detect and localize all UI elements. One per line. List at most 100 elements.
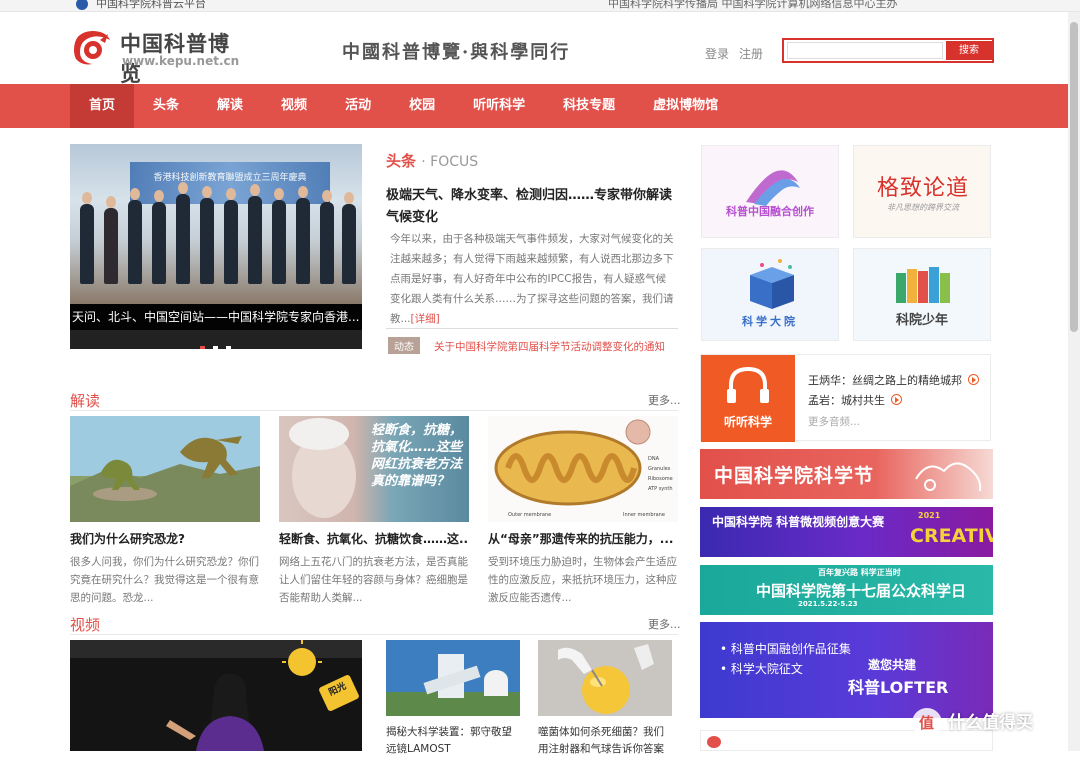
play-icon[interactable]	[968, 374, 979, 385]
video-card[interactable]: 噬菌体如何杀死细菌？我们用注射器和气球告诉你答案	[538, 640, 672, 758]
audio-item[interactable]: 王炳华：丝绸之路上的精绝城邦	[808, 372, 979, 388]
slogan: 中國科普博覽·與科學同行	[342, 42, 571, 63]
banner-science-festival[interactable]: 中国科学院科学节	[700, 449, 993, 499]
video-more-link[interactable]: 更多...	[648, 616, 681, 632]
audio-item[interactable]: 孟岩：城村共生	[808, 392, 902, 408]
slide-dot[interactable]	[226, 346, 231, 349]
article-card[interactable]: DNA Granules Ribosome ATP synth Outer me…	[488, 416, 678, 607]
video-title[interactable]: 揭秘大科学装置：郭守敬望远镜LAMOST	[386, 724, 520, 758]
platform-link[interactable]: 中国科学院科普云平台	[76, 0, 206, 11]
focus-divider	[386, 328, 678, 329]
tile-gezhi[interactable]: 格致论道 非凡思想的跨界交流	[853, 145, 991, 238]
banner-lofter[interactable]: • 科普中国融创作品征集 • 科学大院征文 邀您共建 科普LOFTER	[700, 622, 993, 718]
listen-science-button[interactable]: 听听科学	[701, 355, 795, 442]
video-card[interactable]: 揭秘大科学装置：郭守敬望远镜LAMOST	[386, 640, 520, 758]
lamost-thumb	[386, 640, 520, 716]
svg-text:Ribosome: Ribosome	[648, 476, 673, 482]
banner-video-contest[interactable]: 中国科学院 科普微视频创意大赛 2021 CREATIVE	[700, 507, 993, 557]
article-summary: 受到环境压力胁迫时，生物体会产生适应性的应激反应，来抵抗环境压力，这种应激反应能…	[488, 556, 677, 604]
tile-kexue-dayuan[interactable]: 科学大院	[701, 248, 839, 341]
article-summary: 很多人问我，你们为什么研究恐龙？你们究竟在研究什么？我觉得这是一个很有意思的问题…	[70, 556, 259, 604]
nav-item-campus[interactable]: 校园	[390, 84, 454, 128]
phage-thumb	[538, 640, 672, 716]
more-audio-link[interactable]: 更多音频...	[808, 414, 860, 429]
svg-text:ATP synth: ATP synth	[648, 486, 673, 492]
focus-title[interactable]: 极端天气、降水变率、检测归因……专家带你解读气候变化	[386, 185, 678, 229]
headphones-icon	[727, 366, 769, 403]
speaker-image	[70, 640, 362, 751]
site-logo[interactable]: 中国科普博览 www.kepu.net.cn	[70, 26, 250, 86]
article-card[interactable]: 轻断食，抗糖，抗氧化……这些网红抗衰老方法真的靠谱吗？ 轻断食、抗氧化、抗糖饮食…	[279, 416, 469, 607]
tile-label: 科普中国融合创作	[726, 205, 814, 218]
svg-text:DNA: DNA	[648, 456, 660, 462]
svg-text:Outer membrane: Outer membrane	[508, 512, 551, 518]
nav-item-video[interactable]: 视频	[262, 84, 326, 128]
hero-image: 香港科技創新教育聯盟成立三周年慶典	[70, 144, 362, 304]
article-card[interactable]: 我们为什么研究恐龙? 很多人问我，你们为什么研究恐龙？你们究竟在研究什么？我觉得…	[70, 416, 260, 607]
slide-indicator	[200, 336, 239, 349]
search-box: 搜索	[782, 38, 994, 63]
cas-logo-icon	[76, 0, 88, 10]
focus-section: 头条 · FOCUS 极端天气、降水变率、检测归因……专家带你解读气候变化 今年…	[386, 150, 678, 354]
host-info: 中国科学院科学传播局 中国科学院计算机网络信息中心主办	[608, 0, 898, 10]
tile-kepu-china[interactable]: 科普中国融合创作	[701, 145, 839, 238]
tile-label: 格致论道	[876, 176, 969, 201]
play-icon[interactable]	[891, 394, 902, 405]
news-badge: 动态	[388, 337, 420, 354]
news-item[interactable]: 动态 关于中国科学院第四届科学节活动调整变化的通知	[388, 337, 665, 354]
featured-video[interactable]: 阳光	[70, 640, 362, 751]
search-button[interactable]: 搜索	[946, 41, 992, 60]
scrollbar-thumb[interactable]	[1070, 22, 1078, 332]
auth-links: 登录 注册	[705, 45, 773, 62]
article-summary: 网络上五花八门的抗衰老方法，是否真能让人们留住年轻的容颜与身体？癌细胞是否能帮助…	[279, 556, 468, 604]
nav-item-headlines[interactable]: 头条	[134, 84, 198, 128]
logo-url: www.kepu.net.cn	[122, 54, 240, 68]
dinosaur-thumb	[70, 416, 260, 522]
search-input[interactable]	[787, 42, 943, 59]
slide-dot[interactable]	[200, 346, 205, 349]
register-link[interactable]: 注册	[739, 47, 763, 61]
thumb-overlay-text: 轻断食，抗糖，抗氧化……这些网红抗衰老方法真的靠谱吗？	[371, 423, 463, 489]
page-scrollbar[interactable]	[1068, 12, 1080, 751]
listen-science-panel: 听听科学 王炳华：丝绸之路上的精绝城邦 孟岩：城村共生 更多音频...	[700, 354, 991, 442]
svg-text:Granules: Granules	[648, 466, 671, 472]
watermark-logo-icon	[912, 708, 942, 738]
festival-doodle-icon	[915, 462, 982, 492]
focus-more-link[interactable]: [详细]	[411, 313, 440, 325]
nav-item-museum[interactable]: 虚拟博物馆	[634, 84, 737, 128]
section-title-interpretation[interactable]: 解读	[70, 390, 100, 411]
header: 中国科普博览 www.kepu.net.cn 中國科普博覽·與科學同行 登录 注册…	[0, 12, 1080, 86]
article-title[interactable]: 轻断食、抗氧化、抗糖饮食……这...	[279, 530, 469, 547]
tile-sub: 非凡思想的跨界交流	[887, 203, 959, 212]
anti-aging-thumb: 轻断食，抗糖，抗氧化……这些网红抗衰老方法真的靠谱吗？	[279, 416, 469, 522]
nav-item-interpretation[interactable]: 解读	[198, 84, 262, 128]
hero-caption[interactable]: 天问、北斗、中国空间站——中国科学院专家向香港...	[70, 304, 362, 330]
article-title[interactable]: 我们为什么研究恐龙?	[70, 530, 260, 547]
svg-text:Inner membrane: Inner membrane	[623, 512, 665, 518]
tile-label: 科学大院	[742, 315, 798, 328]
mitochondria-thumb: DNA Granules Ribosome ATP synth Outer me…	[488, 416, 678, 522]
banner-public-science-day[interactable]: 百年复兴路 科学正当时 中国科学院第十七届公众科学日 2021.5.22-5.2…	[700, 565, 993, 615]
hero-slideshow[interactable]: 香港科技創新教育聯盟成立三周年慶典 天问、北斗、中国空间站——中国科学院专家向香…	[70, 144, 362, 349]
nav-item-home[interactable]: 首页	[70, 84, 135, 128]
tile-label: 科院少年	[895, 313, 948, 328]
section-divider	[70, 410, 678, 411]
nav-item-listen[interactable]: 听听科学	[454, 84, 544, 128]
top-strip: 中国科学院科普云平台 中国科学院科学传播局 中国科学院计算机网络信息中心主办	[0, 0, 1080, 12]
box-logo-icon	[750, 259, 794, 309]
login-link[interactable]: 登录	[705, 47, 729, 61]
nav-item-activities[interactable]: 活动	[326, 84, 390, 128]
site-watermark: 什么值得买	[912, 708, 1072, 742]
nav-item-topics[interactable]: 科技专题	[544, 84, 634, 128]
article-title[interactable]: 从“母亲”那遗传来的抗压能力，...	[488, 530, 678, 547]
weibo-icon	[707, 736, 721, 748]
video-title[interactable]: 噬菌体如何杀死细菌？我们用注射器和气球告诉你答案	[538, 724, 672, 758]
main-nav: 首页 头条 解读 视频 活动 校园 听听科学 科技专题 虚拟博物馆	[0, 84, 1080, 128]
tile-keyuan-shaonian[interactable]: 科院少年	[853, 248, 991, 341]
section-title-video[interactable]: 视频	[70, 614, 100, 635]
section-divider	[70, 634, 678, 635]
interpretation-more-link[interactable]: 更多...	[648, 392, 681, 408]
logo-eye-icon	[74, 31, 110, 65]
slide-dot[interactable]	[213, 346, 218, 349]
focus-summary: 今年以来，由于各种极端天气事件频发，大家对气候变化的关注越来越多；有人觉得下雨越…	[390, 233, 674, 325]
